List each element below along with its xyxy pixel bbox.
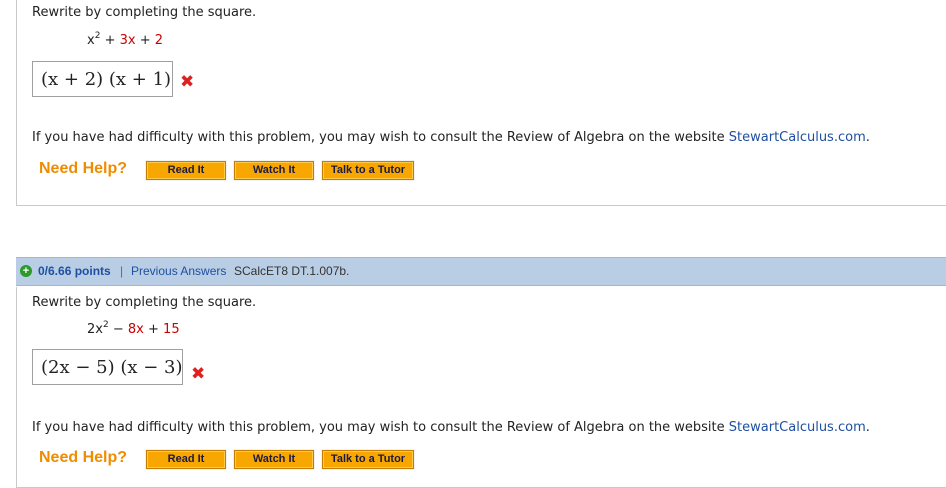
- question-1-panel: Rewrite by completing the square. x2 + 3…: [16, 0, 946, 206]
- plus-circle-icon[interactable]: +: [20, 265, 32, 277]
- answer-input[interactable]: (2x − 5) (x − 3): [32, 349, 183, 385]
- stewart-calculus-link[interactable]: StewartCalculus.com: [729, 420, 866, 435]
- talk-to-tutor-button[interactable]: Talk to a Tutor: [321, 160, 415, 181]
- points-score[interactable]: 0/6.66 points: [38, 258, 111, 285]
- need-help-label: Need Help?: [39, 160, 128, 177]
- previous-answers-link[interactable]: Previous Answers: [131, 258, 226, 285]
- help-text: If you have had difficulty with this pro…: [32, 130, 870, 145]
- question-2-panel: Rewrite by completing the square. 2x2 − …: [16, 287, 946, 488]
- x-mark-icon: ✖: [191, 364, 206, 384]
- help-text: If you have had difficulty with this pro…: [32, 420, 870, 435]
- question-expression: 2x2 − 8x + 15: [87, 320, 180, 338]
- question-prompt: Rewrite by completing the square.: [32, 295, 257, 310]
- need-help-label: Need Help?: [39, 449, 128, 466]
- question-2-header: + 0/6.66 points | Previous Answers SCalc…: [16, 257, 946, 286]
- x-mark-icon: ✖: [180, 72, 195, 92]
- question-expression: x2 + 3x + 2: [87, 31, 164, 49]
- watch-it-button[interactable]: Watch It: [233, 160, 315, 181]
- question-prompt: Rewrite by completing the square.: [32, 5, 257, 20]
- answer-input[interactable]: (x + 2) (x + 1): [32, 61, 173, 97]
- read-it-button[interactable]: Read It: [145, 160, 227, 181]
- stewart-calculus-link[interactable]: StewartCalculus.com: [729, 130, 866, 145]
- header-separator: |: [120, 264, 124, 278]
- question-id: SCalcET8 DT.1.007b.: [234, 264, 350, 278]
